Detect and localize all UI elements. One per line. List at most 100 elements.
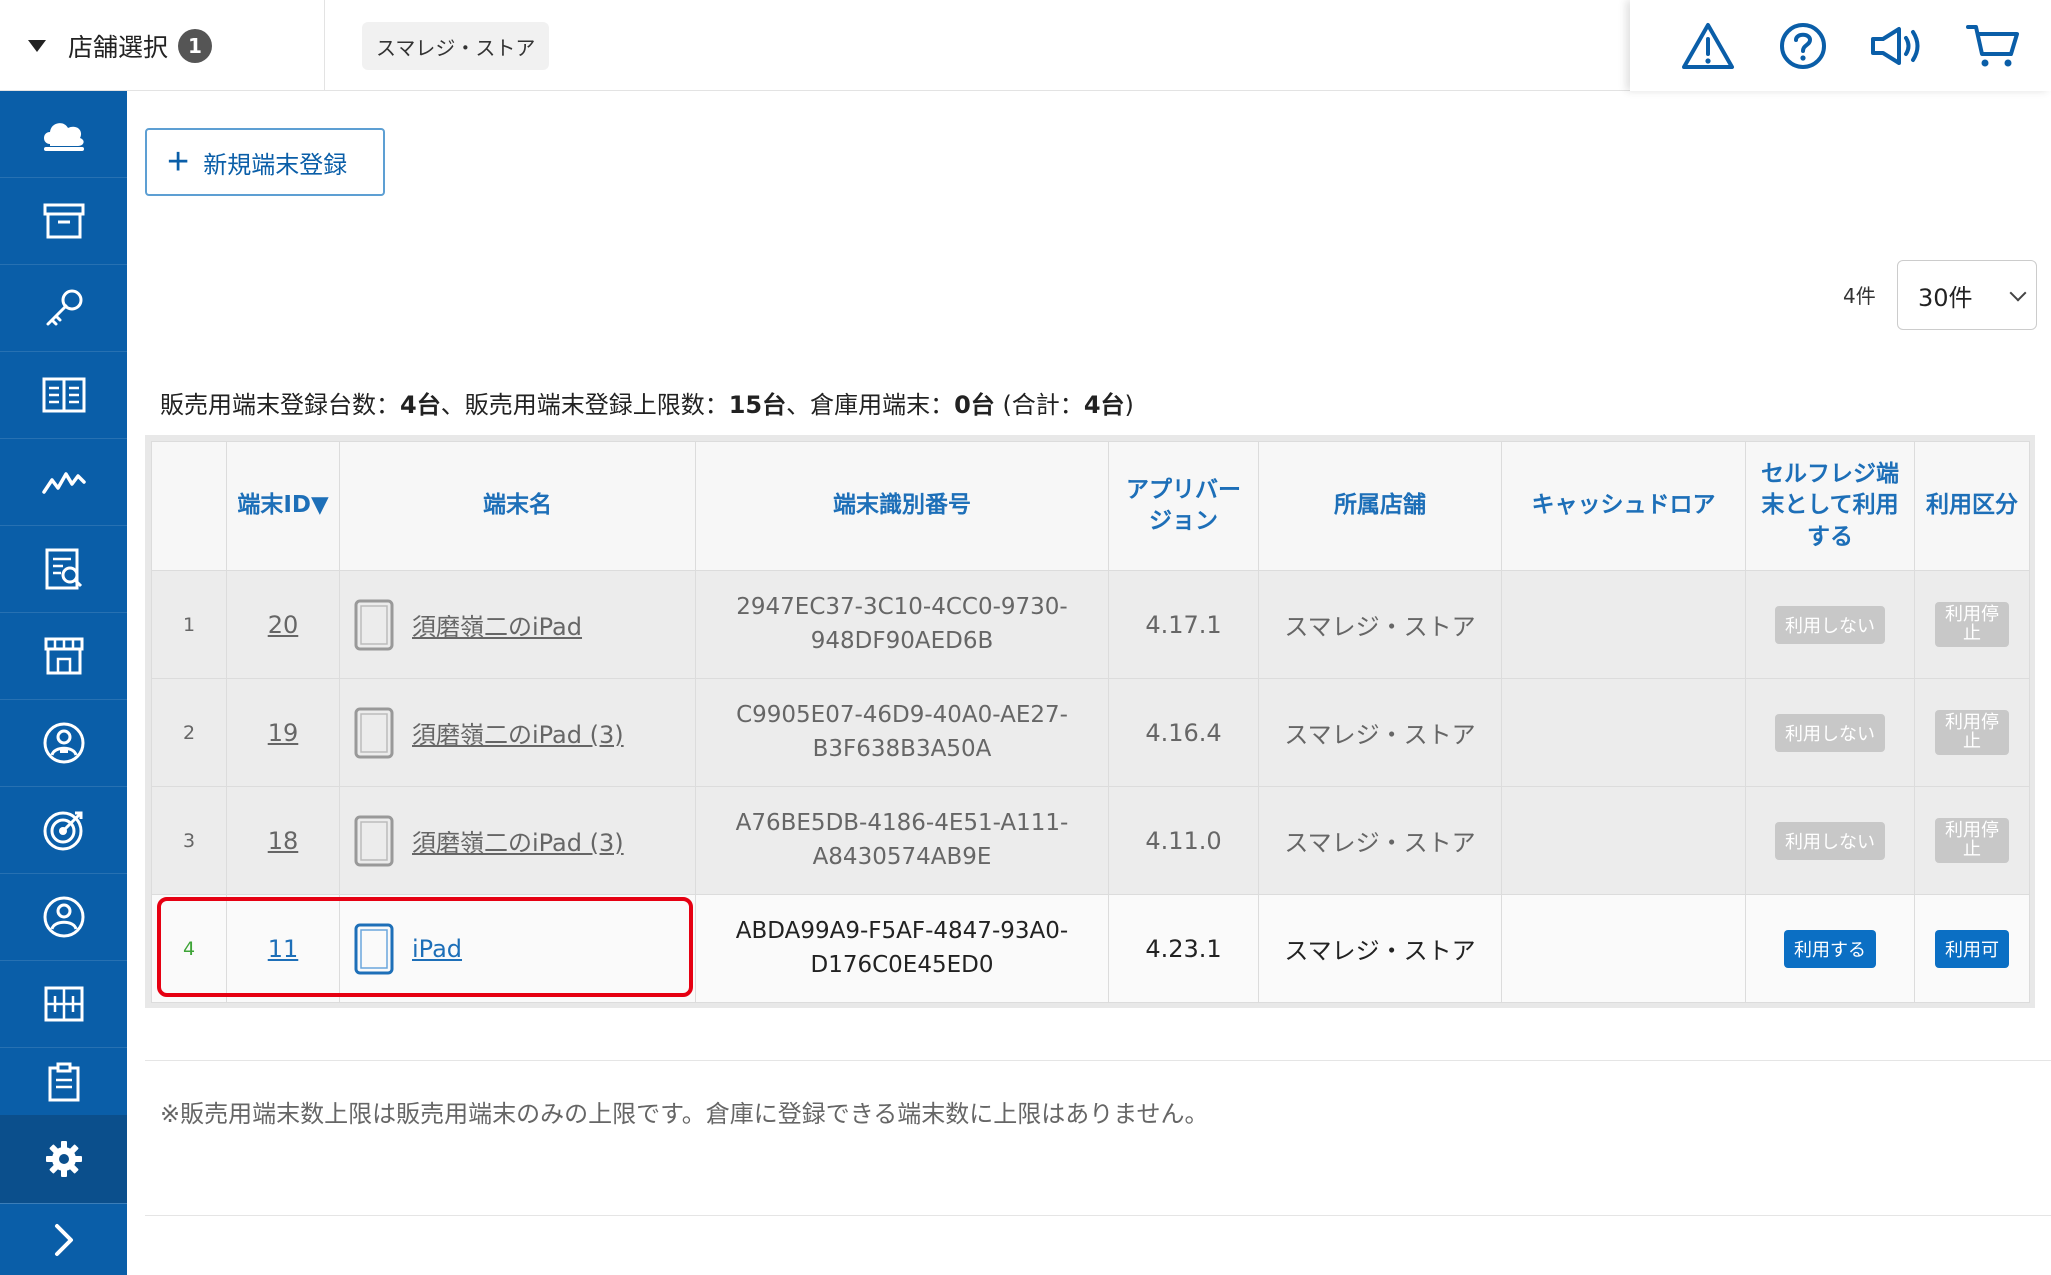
- terminal-id-cell: 11: [226, 894, 340, 1003]
- sidebar-item-analytics[interactable]: [0, 439, 127, 526]
- cart-icon[interactable]: [1964, 17, 2022, 75]
- terminal-name-cell: iPad: [339, 894, 696, 1003]
- key-icon: [46, 289, 82, 326]
- table-row: 4 11 iPad ABDA99A9-F5AF-4847-93A0- D176C0…: [151, 894, 2030, 1003]
- customer-icon: [43, 896, 84, 938]
- footer-note: ※販売用端末数上限は販売用端末のみの上限です。倉庫に登録できる端末数に上限はあり…: [160, 1100, 1209, 1128]
- store-cell: スマレジ・ストア: [1258, 678, 1502, 787]
- table-row: 1 20 須磨嶺二のiPad 2947EC37-3C10-4CC0-9730- 9…: [151, 570, 2030, 679]
- sidebar-expand-button[interactable]: [0, 1203, 127, 1275]
- usage-status-badge: 利用停止: [1935, 601, 2009, 648]
- sidebar-item-customers[interactable]: [0, 874, 127, 961]
- usage-status-badge: 利用可: [1935, 929, 2009, 968]
- cash-drawer-cell: [1501, 786, 1746, 895]
- store-cell: スマレジ・ストア: [1258, 894, 1502, 1003]
- sidebar-item-apps[interactable]: [0, 961, 127, 1048]
- table-row: 2 19 須磨嶺二のiPad (3) C9905E07-46D9-40A0-AE…: [151, 678, 2030, 787]
- usage-status-badge: 利用停止: [1935, 817, 2009, 864]
- tablet-icon: [354, 815, 394, 866]
- plus-icon: +: [167, 141, 190, 183]
- report-icon: [45, 548, 82, 590]
- sidebar-item-store[interactable]: [0, 613, 127, 700]
- terminal-id-cell: 20: [226, 570, 340, 679]
- per-page-value: 30件: [1918, 283, 1973, 312]
- help-icon[interactable]: [1774, 17, 1832, 75]
- summary-text-3: 、倉庫用端末：: [786, 391, 955, 419]
- col-terminal-id[interactable]: 端末ID▼: [226, 441, 340, 571]
- summary-sales-count: 4台: [400, 391, 441, 419]
- terminal-id-link[interactable]: 11: [268, 935, 299, 963]
- app-version-cell: 4.11.0: [1108, 786, 1259, 895]
- chart-icon: [41, 472, 86, 494]
- terminal-id-link[interactable]: 20: [268, 611, 299, 639]
- gear-icon: [45, 1141, 82, 1177]
- sidebar-item-target[interactable]: [0, 787, 127, 874]
- col-terminal-udid[interactable]: 端末識別番号: [695, 441, 1109, 571]
- chevron-down-icon: [2009, 284, 2027, 302]
- app-version-cell: 4.23.1: [1108, 894, 1259, 1003]
- store-icon: [44, 637, 83, 675]
- self-checkout-cell: 利用しない: [1745, 678, 1915, 787]
- self-checkout-cell: 利用しない: [1745, 570, 1915, 679]
- terminal-id-link[interactable]: 18: [268, 827, 299, 855]
- staff-icon: [43, 722, 84, 764]
- per-page-select[interactable]: 30件: [1897, 260, 2037, 330]
- sidebar-settings-button[interactable]: [0, 1115, 127, 1203]
- summary-text-2: 、販売用端末登録上限数：: [440, 391, 729, 419]
- terminal-name-link[interactable]: 須磨嶺二のiPad (3): [412, 715, 624, 750]
- divider: [145, 1215, 2051, 1216]
- terminal-name-link[interactable]: 須磨嶺二のiPad: [412, 607, 582, 642]
- summary-sales-limit: 15台: [728, 391, 787, 419]
- warning-icon[interactable]: [1679, 17, 1737, 75]
- summary-warehouse-count: 0台: [954, 391, 995, 419]
- udid-line-1: ABDA99A9-F5AF-4847-93A0-: [735, 918, 1069, 945]
- store-select-dropdown[interactable]: 店舗選択 1: [0, 0, 325, 91]
- col-usage-status[interactable]: 利用区分: [1914, 441, 2030, 571]
- new-terminal-button[interactable]: + 新規端末登録: [145, 128, 385, 196]
- col-terminal-name[interactable]: 端末名: [339, 441, 696, 571]
- sidebar-item-book[interactable]: [0, 352, 127, 439]
- store-select-label: 店舗選択: [68, 32, 169, 62]
- summary-total: 4台: [1083, 391, 1125, 419]
- udid-line-2: D176C0E45ED0: [810, 951, 994, 978]
- terminal-id-cell: 19: [226, 678, 340, 787]
- col-store[interactable]: 所属店舗: [1258, 441, 1502, 571]
- grid-icon: [44, 986, 83, 1022]
- terminal-name-link[interactable]: 須磨嶺二のiPad (3): [412, 823, 624, 858]
- terminal-udid-cell: A76BE5DB-4186-4E51-A111- A8430574AB9E: [695, 786, 1109, 895]
- row-index: 2: [151, 678, 227, 787]
- current-store-chip: スマレジ・ストア: [362, 22, 550, 70]
- divider: [145, 1060, 2051, 1061]
- clipboard-icon: [48, 1062, 79, 1101]
- terminal-id-link[interactable]: 19: [268, 719, 299, 747]
- megaphone-icon[interactable]: [1869, 17, 1927, 75]
- table-header-row: 端末ID▼ 端末名 端末識別番号 アプリバージョン 所属店舗 キャッシュドロア …: [151, 441, 2030, 571]
- col-index: [151, 441, 227, 571]
- summary-text-1: 販売用端末登録台数：: [160, 391, 400, 419]
- row-index: 1: [151, 570, 227, 679]
- udid-line-1: A76BE5DB-4186-4E51-A111-: [735, 810, 1069, 837]
- col-cash-drawer[interactable]: キャッシュドロア: [1501, 441, 1746, 571]
- col-self-checkout[interactable]: セルフレジ端末として利用する: [1745, 441, 1915, 571]
- sidebar-item-staff[interactable]: [0, 700, 127, 787]
- sidebar-item-reports[interactable]: [0, 526, 127, 613]
- terminal-name-cell: 須磨嶺二のiPad (3): [339, 786, 696, 895]
- usage-status-cell: 利用停止: [1914, 678, 2030, 787]
- col-app-version[interactable]: アプリバージョン: [1108, 441, 1259, 571]
- self-checkout-badge: 利用しない: [1775, 713, 1885, 752]
- self-checkout-badge: 利用しない: [1775, 821, 1885, 860]
- self-checkout-badge: 利用する: [1784, 929, 1876, 968]
- terminal-table-container: 端末ID▼ 端末名 端末識別番号 アプリバージョン 所属店舗 キャッシュドロア …: [145, 435, 2035, 1008]
- tablet-icon: [354, 707, 394, 758]
- sidebar-item-products[interactable]: [0, 178, 127, 265]
- header-actions: [1630, 0, 2051, 91]
- udid-line-1: C9905E07-46D9-40A0-AE27-: [736, 702, 1068, 729]
- cloud-icon: [43, 123, 84, 151]
- sidebar-item-tasks[interactable]: [0, 1048, 127, 1115]
- sidebar-item-key[interactable]: [0, 265, 127, 352]
- terminal-name-link[interactable]: iPad: [412, 935, 462, 963]
- target-icon: [43, 811, 82, 851]
- udid-line-2: A8430574AB9E: [812, 843, 992, 870]
- sidebar-item-cloud[interactable]: [0, 91, 127, 178]
- store-count-badge: 1: [178, 28, 213, 63]
